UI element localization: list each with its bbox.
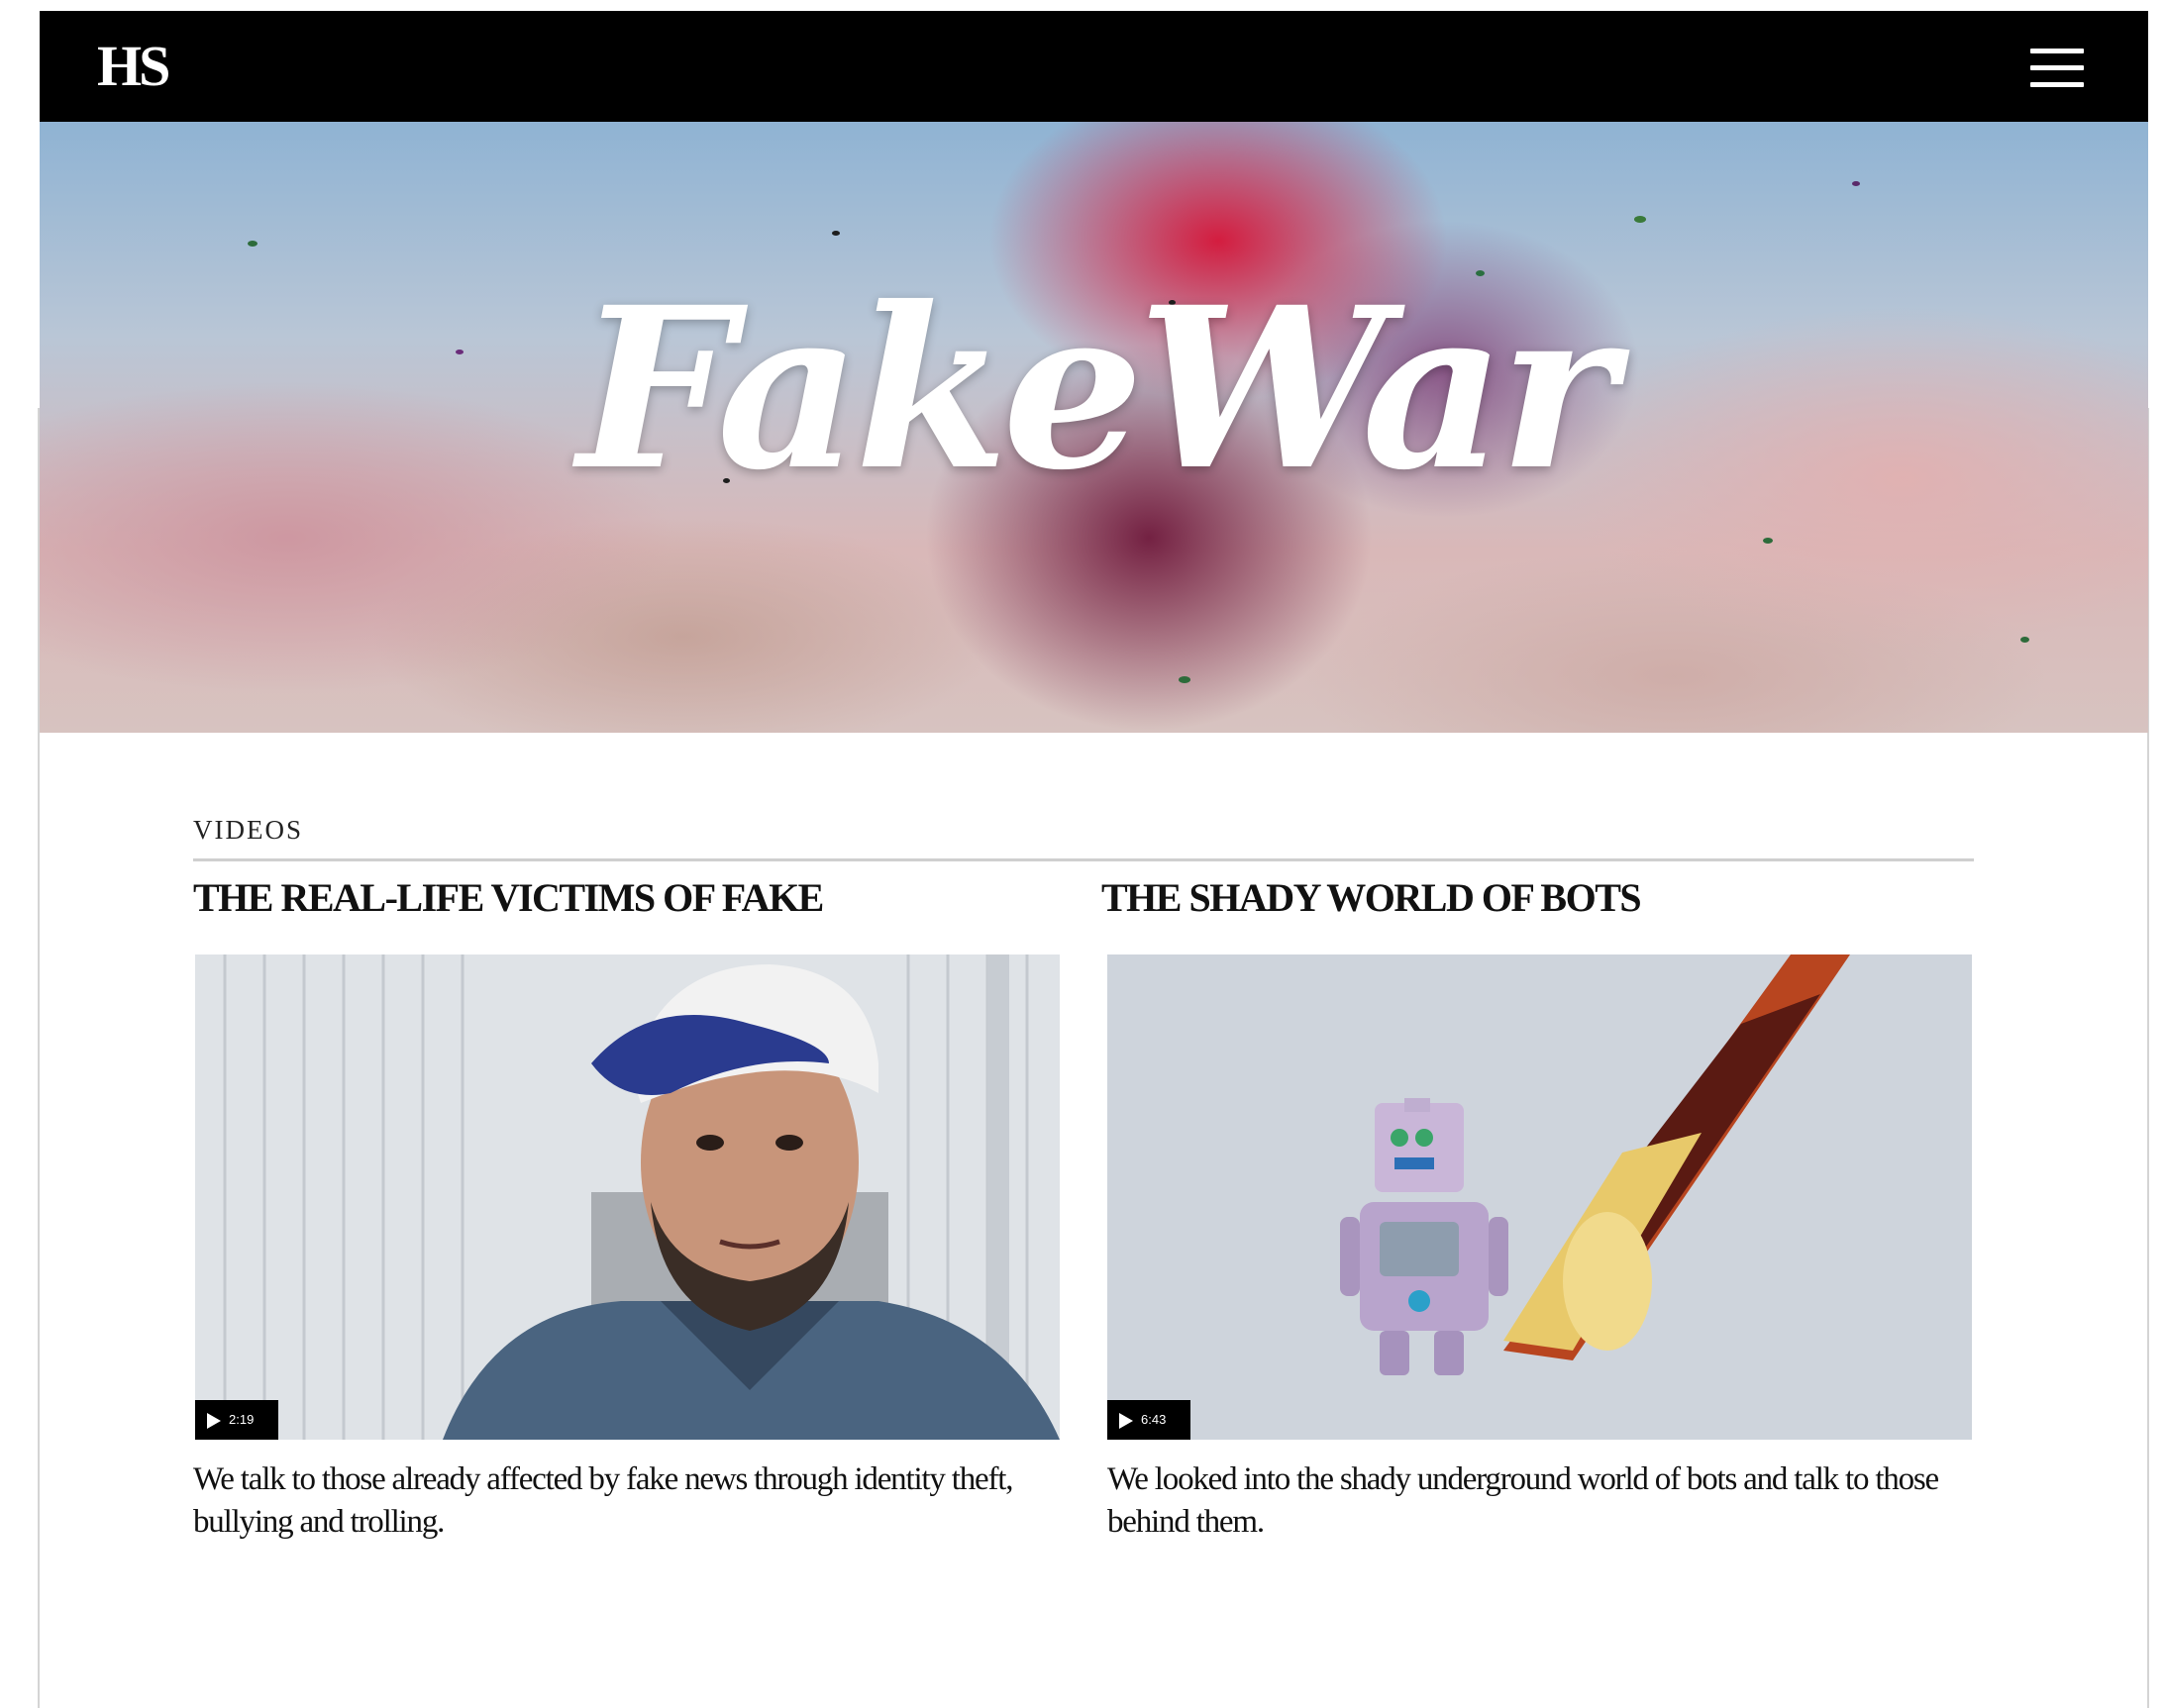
- robot-image: [1107, 954, 1972, 1440]
- portrait-image: [195, 954, 1060, 1440]
- top-bar: HS: [40, 11, 2148, 122]
- video-caption-victims: We talk to those already affected by fak…: [193, 1461, 1013, 1540]
- hero-speck: [1634, 216, 1646, 223]
- video-thumbnail-victims[interactable]: 2:19: [195, 954, 1060, 1440]
- hero-title: FakeWar: [577, 258, 1616, 519]
- hero-speck: [1852, 181, 1860, 186]
- video-duration: 2:19: [229, 1412, 255, 1427]
- hero-speck: [832, 231, 840, 236]
- section-divider: [193, 858, 1974, 861]
- hero-banner: FakeWar: [40, 122, 2148, 733]
- play-icon: [207, 1412, 221, 1429]
- video-duration-badge: 2:19: [195, 1400, 278, 1440]
- video-duration: 6:43: [1141, 1412, 1167, 1427]
- hero-speck: [1763, 538, 1773, 544]
- section-label: VIDEOS: [193, 815, 303, 845]
- video-headline-bots[interactable]: THE SHADY WORLD OF BOTS: [1101, 873, 1642, 923]
- video-thumbnail-bots[interactable]: 6:43: [1107, 954, 1972, 1440]
- hero-speck: [248, 241, 258, 247]
- video-headline-victims[interactable]: THE REAL-LIFE VICTIMS OF FAKE: [193, 873, 824, 923]
- video-duration-badge: 6:43: [1107, 1400, 1190, 1440]
- hero-speck: [1179, 676, 1190, 683]
- hamburger-icon[interactable]: [2030, 47, 2088, 90]
- hero-speck: [2020, 637, 2029, 643]
- play-icon: [1119, 1412, 1133, 1429]
- video-caption-bots: We looked into the shady underground wor…: [1107, 1461, 1939, 1540]
- hs-logo[interactable]: HS: [97, 35, 170, 98]
